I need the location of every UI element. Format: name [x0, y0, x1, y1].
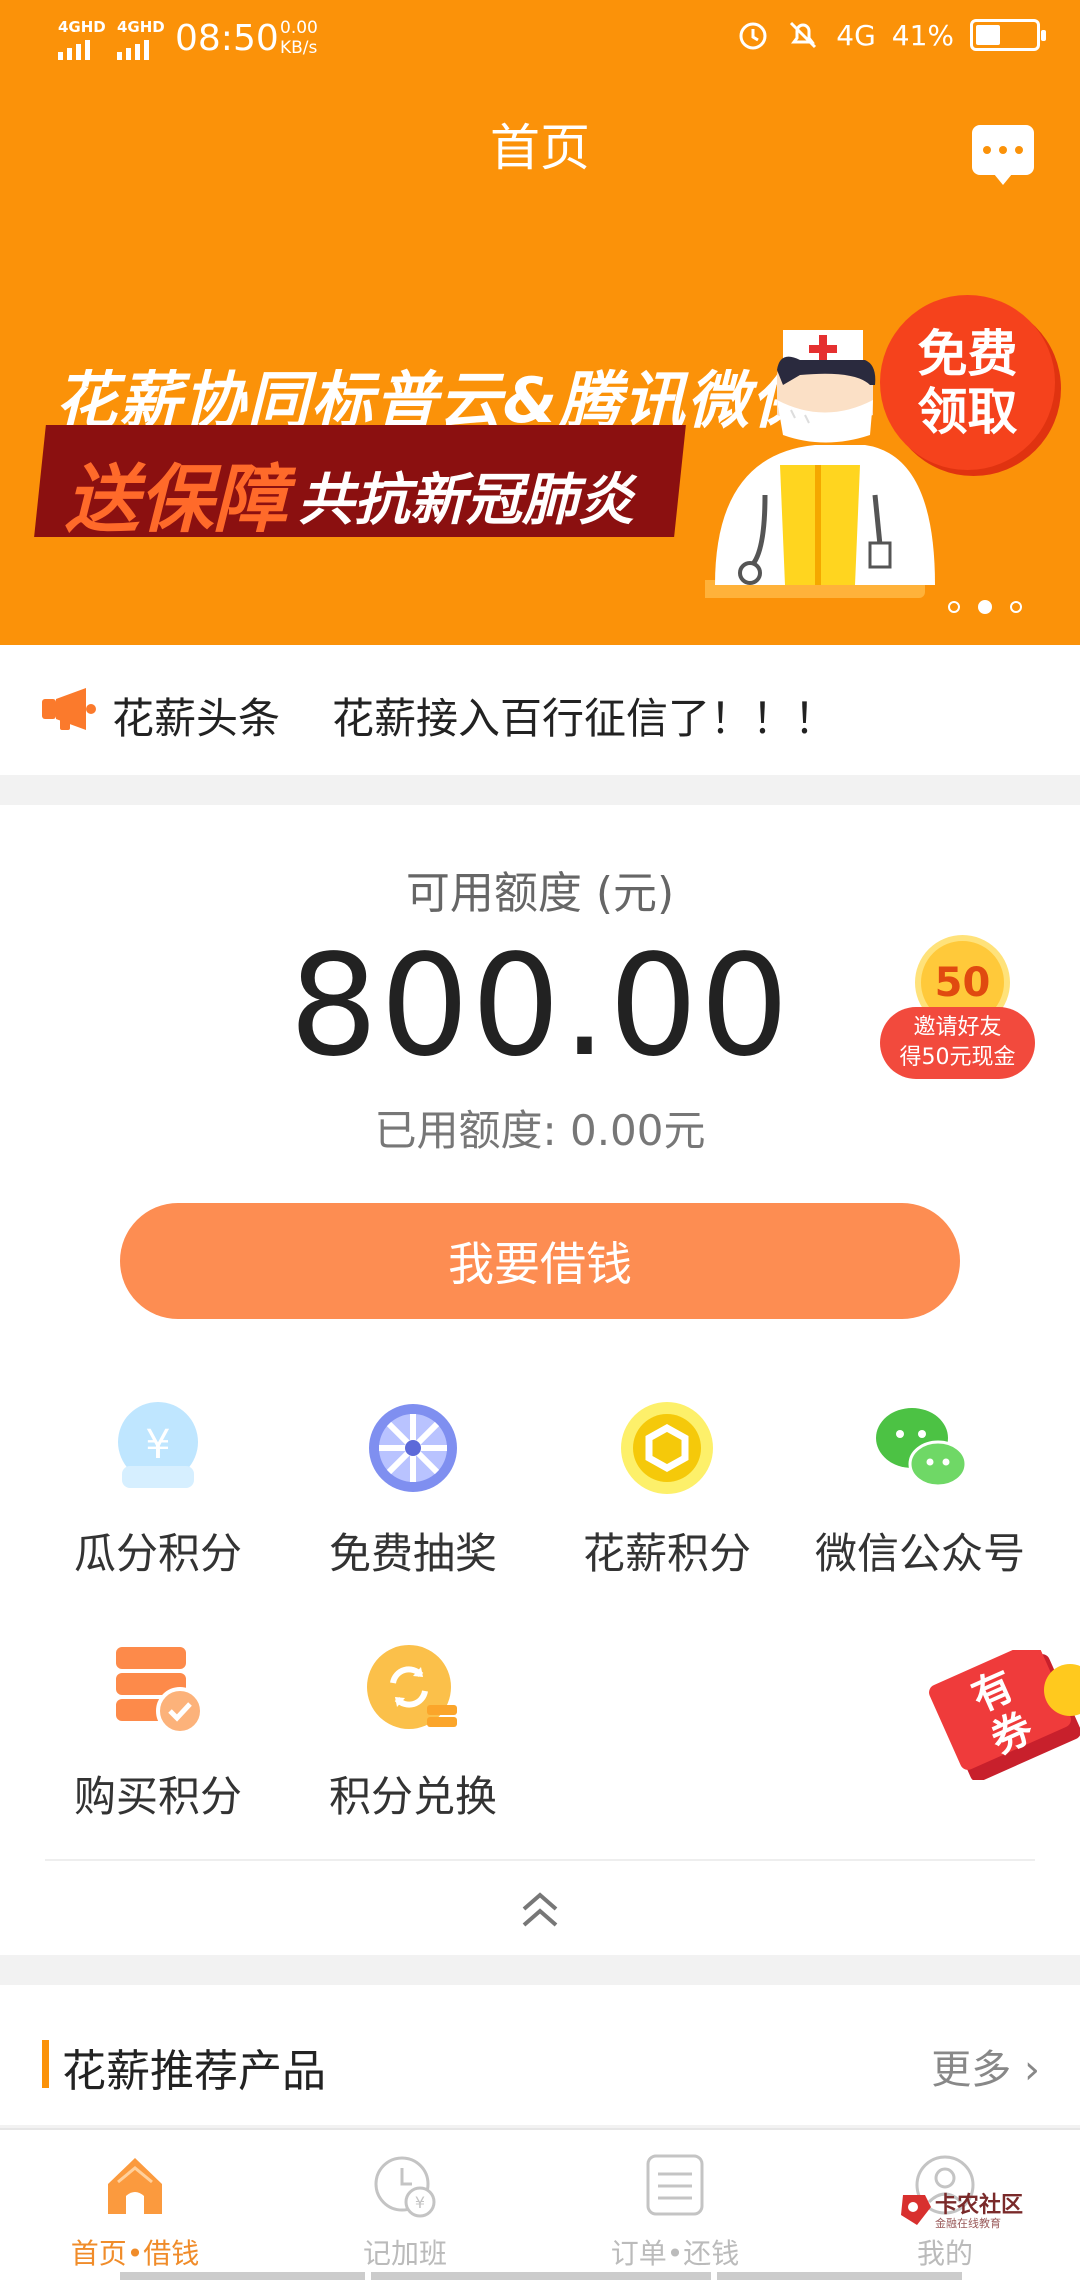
header-banner-area: 4GHD 4GHD 08:50 0.00 KB/s 4G 41% 首页 花薪协同… — [0, 0, 1080, 645]
carousel-dots — [948, 600, 1022, 614]
home-icon — [102, 2152, 168, 2218]
tab-label: 首页•借钱 — [70, 2237, 200, 2270]
feature-label: 购买积分 — [73, 1772, 242, 1821]
news-label: 花薪头条 — [112, 694, 281, 743]
available-credit-label: 可用额度 (元) — [405, 868, 675, 919]
feature-label: 花薪积分 — [582, 1529, 751, 1578]
feature-split-points[interactable]: ¥ 瓜分积分 — [38, 1400, 278, 1581]
carousel-dot — [1010, 601, 1022, 613]
free-badge: 免费 领取 — [880, 295, 1055, 470]
points-coin-icon — [619, 1400, 715, 1496]
feature-huaxin-points[interactable]: 花薪积分 — [547, 1400, 787, 1581]
feature-buy-points[interactable]: 购买积分 — [38, 1643, 278, 1824]
feature-free-lottery[interactable]: 免费抽奖 — [293, 1400, 533, 1581]
page-title: 首页 — [490, 119, 590, 177]
credit-panel: 可用额度 (元) 800.00 已用额度: 0.00元 50 邀请好友 得50元… — [0, 805, 1080, 1955]
exchange-icon — [365, 1643, 461, 1739]
collapse-chevron-icon[interactable] — [510, 1885, 570, 1935]
system-nav-bar — [120, 2272, 962, 2280]
order-list-icon — [642, 2152, 708, 2218]
banner-subline: 共抗新冠肺炎 — [298, 468, 634, 533]
feature-label: 微信公众号 — [814, 1529, 1025, 1578]
carousel-dot — [948, 601, 960, 613]
feature-points-exchange[interactable]: 积分兑换 — [293, 1643, 533, 1824]
news-text[interactable]: 花薪接入百行征信了！！！ — [332, 685, 836, 746]
news-ticker[interactable]: 花薪头条 花薪接入百行征信了！！！ — [0, 645, 1080, 775]
section-title: 花薪推荐产品 — [62, 2046, 326, 2097]
svg-text:¥: ¥ — [145, 1422, 170, 1468]
battery-icon — [970, 19, 1046, 51]
megaphone-icon — [42, 688, 96, 730]
clock-yuan-icon: ¥ — [372, 2152, 438, 2218]
status-time: 08:50 — [175, 18, 279, 59]
tab-home-borrow[interactable]: 首页•借钱 — [35, 2152, 235, 2272]
chat-bubble-icon[interactable] — [972, 125, 1034, 185]
signal-sim2-icon: 4GHD — [117, 18, 165, 60]
svg-text:¥: ¥ — [415, 2193, 425, 2212]
invite-line2: 得50元现金 — [899, 1045, 1016, 1070]
chevron-right-icon: › — [1024, 2047, 1040, 2093]
network-speed: 0.00 KB/s — [280, 18, 318, 58]
alarm-icon — [739, 22, 767, 50]
carousel-dot-active — [978, 600, 992, 614]
tab-overtime[interactable]: ¥ 记加班 — [305, 2152, 505, 2272]
tab-orders-repay[interactable]: 订单•还钱 — [575, 2152, 775, 2272]
prize-wheel-icon — [365, 1400, 461, 1496]
promo-banner[interactable]: 花薪协同标普云&腾讯微保 送保障 共抗新冠肺炎 免费 领取 — [0, 260, 1080, 645]
borrow-button[interactable]: 我要借钱 — [120, 1203, 960, 1319]
watermark-subtitle: 金融在线教育 — [935, 2217, 1001, 2230]
feature-label: 积分兑换 — [328, 1772, 497, 1821]
mute-bell-icon — [790, 21, 817, 49]
feature-label: 免费抽奖 — [328, 1529, 497, 1578]
battery-percent: 41% — [891, 18, 954, 52]
invite-friends-badge[interactable]: 50 邀请好友 得50元现金 — [880, 935, 1040, 1095]
invite-line1: 邀请好友 — [913, 1015, 1002, 1040]
yuan-bowl-icon: ¥ — [110, 1400, 206, 1496]
tab-label: 订单•还钱 — [610, 2237, 740, 2270]
banner-highlight: 送保障 — [65, 457, 287, 543]
network-type: 4G — [836, 18, 876, 52]
divider — [45, 1859, 1035, 1861]
feature-label: 瓜分积分 — [73, 1529, 242, 1578]
recommended-section: 花薪推荐产品 更多 › — [0, 1985, 1080, 2125]
tab-label: 记加班 — [362, 2237, 447, 2270]
signal-sim1-icon: 4GHD — [58, 18, 106, 60]
buy-points-icon — [110, 1643, 206, 1739]
more-link[interactable]: 更多 › — [931, 2037, 1040, 2095]
wechat-icon — [872, 1400, 968, 1496]
status-bar: 4GHD 4GHD 08:50 0.00 KB/s 4G 41% — [0, 0, 1080, 80]
feature-wechat-account[interactable]: 微信公众号 — [800, 1400, 1040, 1581]
tab-label: 我的 — [916, 2237, 973, 2270]
used-credit: 已用额度: 0.00元 — [374, 1106, 706, 1155]
